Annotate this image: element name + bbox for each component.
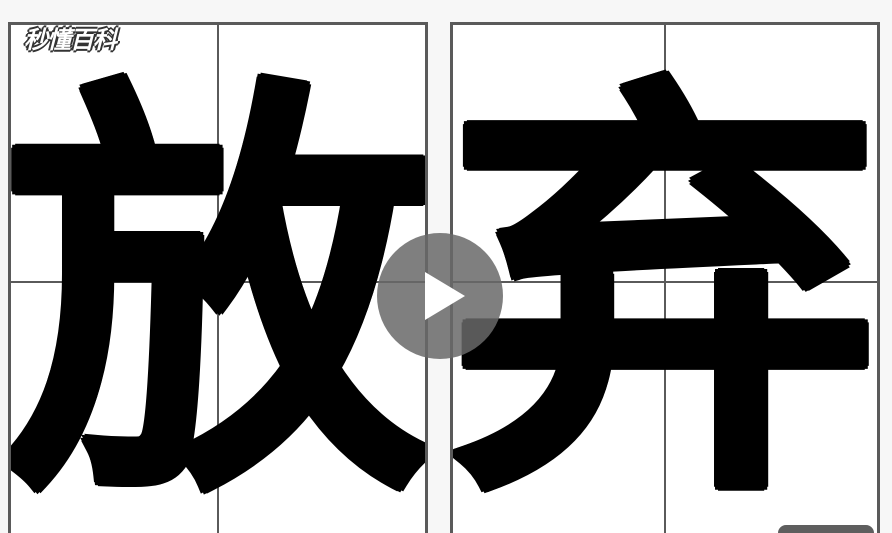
player-control-bar[interactable] [778, 525, 874, 533]
miaodong-baike-logo: 秒懂百科 [24, 27, 117, 54]
play-button[interactable] [377, 233, 503, 359]
character-qi: 弃 [450, 43, 880, 533]
tian-grid-right: 弃 [450, 22, 880, 533]
tian-grid-left: 放 [8, 22, 428, 533]
video-player[interactable]: 秒懂百科 放 弃 [0, 0, 892, 533]
play-triangle-icon [425, 272, 465, 320]
character-fang: 放 [8, 43, 428, 533]
